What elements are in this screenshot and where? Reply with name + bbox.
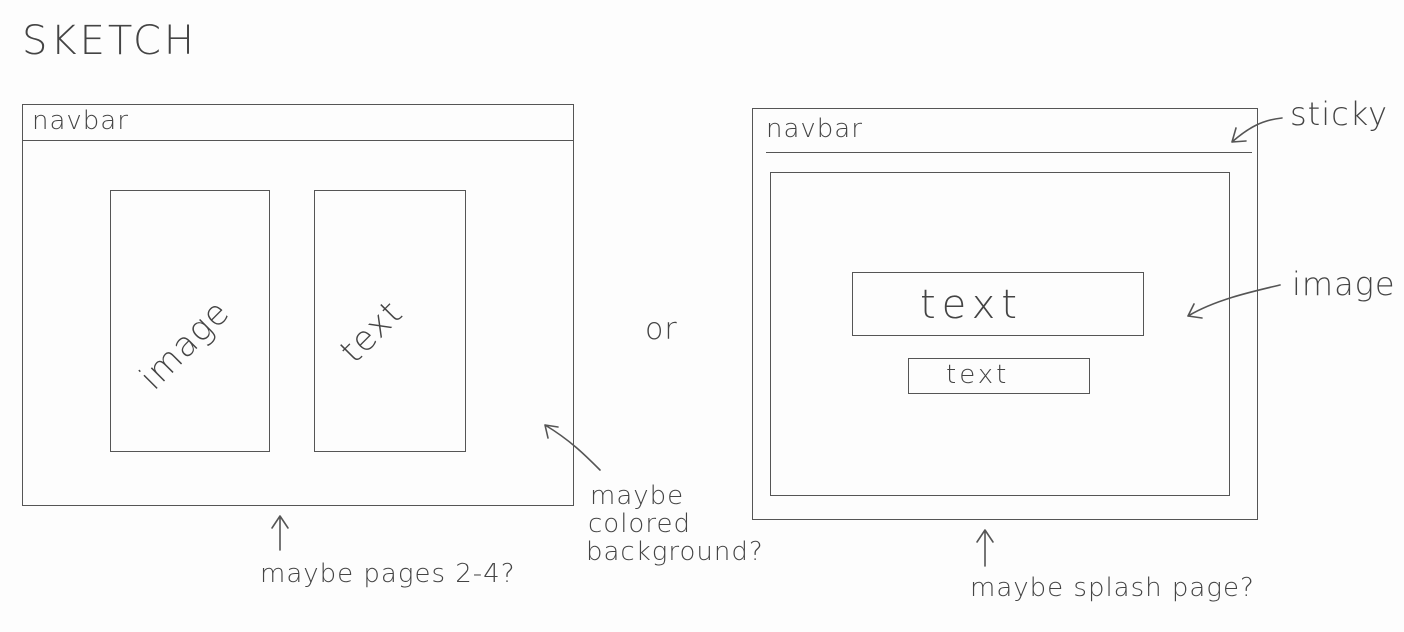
arrow-sticky — [1231, 117, 1283, 143]
arrow-left-colored — [544, 424, 601, 471]
annotation-arrows — [271, 117, 1283, 567]
arrow-right-bottom — [976, 529, 994, 567]
arrow-left-bottom — [271, 515, 289, 551]
arrow-image — [1187, 284, 1281, 319]
